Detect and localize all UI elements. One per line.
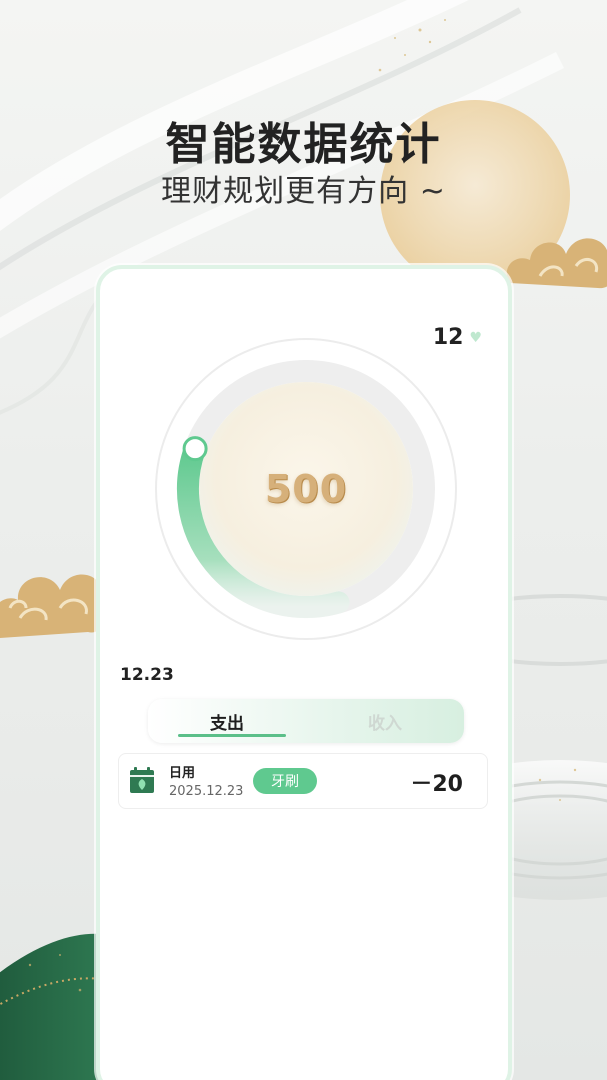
heart-dropdown-icon: ♥	[469, 329, 482, 346]
date-label: 12.23	[120, 665, 174, 685]
tab-income-label: 收入	[368, 713, 402, 734]
gold-cloud-decoration	[0, 574, 107, 638]
tab-active-underline	[178, 734, 286, 737]
gauge-value: 500	[264, 467, 348, 511]
tab-expense-label: 支出	[210, 713, 244, 734]
calendar-plant-icon	[130, 767, 154, 793]
record-amount: －20	[410, 772, 463, 797]
promo-headline: 智能数据统计	[165, 119, 442, 170]
tab-expense[interactable]: 支出	[148, 699, 306, 743]
record-category: 日用	[169, 766, 196, 781]
type-tabs: 支出 收入	[148, 699, 464, 743]
record-date: 2025.12.23	[169, 784, 244, 799]
promo-subline: 理财规划更有方向 ~	[161, 174, 446, 209]
record-row[interactable]: 日用 2025.12.23 牙刷 －20	[118, 753, 488, 809]
tab-income[interactable]: 收入	[306, 699, 464, 743]
gold-cloud-decoration	[506, 238, 607, 289]
record-tag: 牙刷	[253, 768, 317, 794]
stats-card: 12 ♥ 500 12.23 支出 收入 日用 2025.12.23 牙刷 －2…	[96, 265, 512, 1080]
